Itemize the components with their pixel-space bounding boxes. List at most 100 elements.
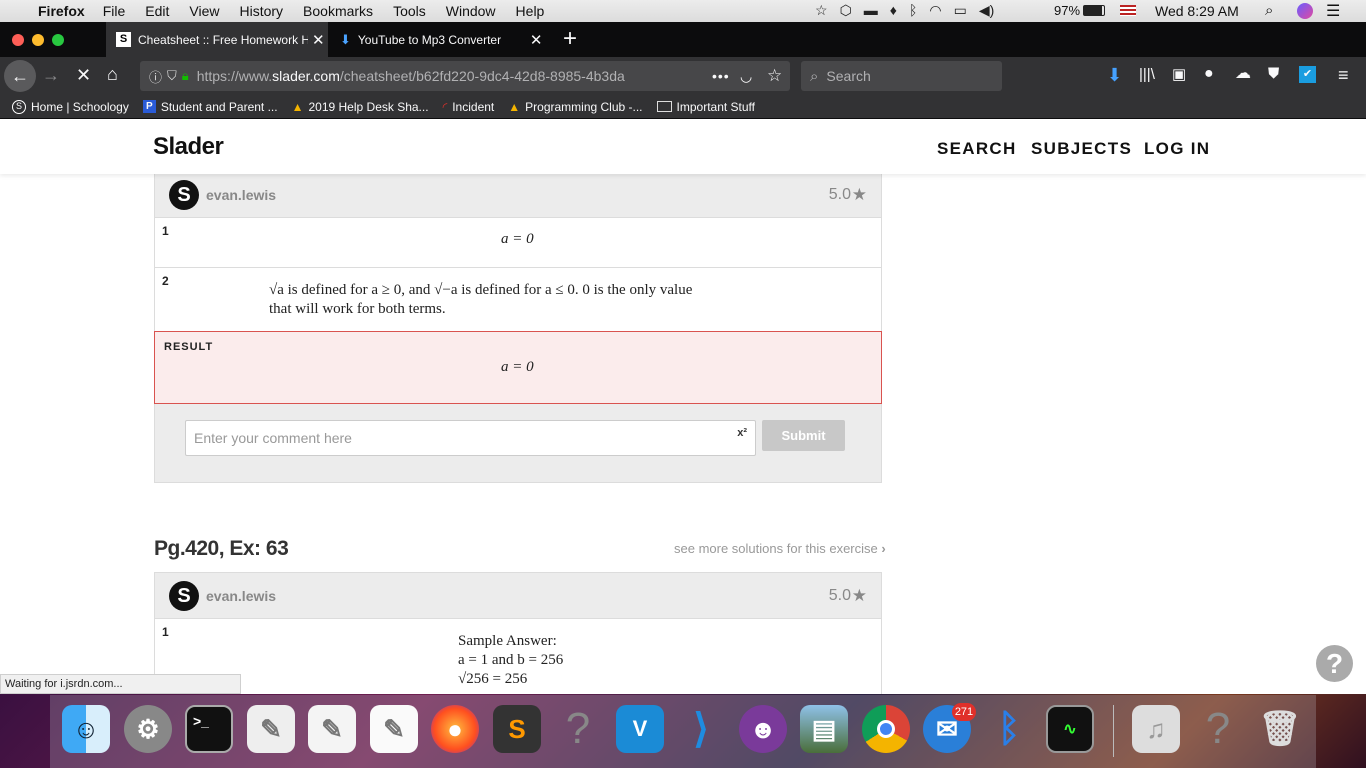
- solution-step: 1 a = 0: [155, 218, 881, 268]
- tab-youtube-mp3[interactable]: ⬇ YouTube to Mp3 Converter ✕: [330, 22, 552, 57]
- nav-subjects[interactable]: SUBJECTS: [1031, 139, 1132, 159]
- activity-monitor-icon[interactable]: ∿: [1046, 705, 1094, 753]
- menu-item[interactable]: Edit: [145, 3, 169, 19]
- chrome-icon[interactable]: [862, 705, 910, 753]
- superscript-button[interactable]: x²: [737, 427, 747, 439]
- vnc-viewer-icon[interactable]: V: [616, 705, 664, 753]
- see-more-link[interactable]: see more solutions for this exercise ›: [674, 541, 886, 556]
- pocket-icon[interactable]: ◡: [740, 68, 752, 85]
- flag-icon[interactable]: [1120, 5, 1136, 16]
- bookmark-star-icon[interactable]: ☆: [767, 66, 782, 86]
- search-box[interactable]: ⌕ Search: [801, 61, 1002, 91]
- spotlight-icon[interactable]: ⌕: [1265, 2, 1273, 19]
- bookmark-help-desk[interactable]: ▲ 2019 Help Desk Sha...: [292, 100, 429, 114]
- menu-item[interactable]: Help: [516, 3, 545, 19]
- nav-login[interactable]: LOG IN: [1144, 139, 1210, 159]
- schoology-icon: S: [12, 99, 26, 114]
- preview-icon[interactable]: ▤: [800, 705, 848, 753]
- zoom-window-button[interactable]: [52, 34, 64, 46]
- menu-item[interactable]: Window: [446, 3, 496, 19]
- finder-icon[interactable]: ☺: [62, 705, 110, 753]
- bluetooth-icon[interactable]: ᛒ: [909, 2, 917, 19]
- notes-icon[interactable]: ✎: [370, 705, 418, 753]
- avatar[interactable]: S: [169, 180, 199, 210]
- url-text[interactable]: https://www.slader.com/cheatsheet/b62fd2…: [197, 68, 667, 84]
- close-tab-icon[interactable]: ✕: [530, 31, 543, 49]
- box-icon[interactable]: ⬡: [840, 2, 852, 19]
- close-window-button[interactable]: [12, 34, 24, 46]
- drive-icon[interactable]: ▬: [864, 2, 878, 19]
- bookmark-label: Student and Parent ...: [160, 99, 278, 114]
- app-menu[interactable]: Firefox: [38, 3, 85, 19]
- textedit-icon[interactable]: ✎: [308, 705, 356, 753]
- github-desktop-icon[interactable]: ☻: [739, 705, 787, 753]
- author-name[interactable]: evan.lewis: [206, 187, 276, 203]
- battery-percent[interactable]: 97%: [1054, 3, 1080, 18]
- url-domain: slader.com: [272, 68, 340, 84]
- sublime-text-icon[interactable]: S: [493, 705, 541, 753]
- page-actions-button[interactable]: •••: [712, 68, 730, 84]
- wifi-icon[interactable]: ◠: [929, 2, 941, 19]
- menu-item[interactable]: Bookmarks: [303, 3, 373, 19]
- forward-button[interactable]: →: [42, 66, 60, 84]
- tab-cheatsheet[interactable]: S Cheatsheet :: Free Homework H ✕: [106, 22, 328, 57]
- url-bar[interactable]: ⓘ ⛉ 🔒︎ https://www.slader.com/cheatsheet…: [140, 61, 790, 91]
- trash-icon[interactable]: 🗑︎: [1256, 705, 1304, 753]
- author-name[interactable]: evan.lewis: [206, 588, 276, 604]
- account-icon[interactable]: ●: [1204, 66, 1214, 82]
- new-tab-button[interactable]: +: [563, 25, 577, 53]
- bookmark-programming-club[interactable]: ▲ Programming Club -...: [508, 100, 642, 114]
- ublock-icon[interactable]: ⛊: [1268, 66, 1279, 81]
- hamburger-menu-icon[interactable]: ≡: [1338, 66, 1349, 84]
- nav-search[interactable]: SEARCH: [937, 139, 1017, 159]
- comment-input[interactable]: Enter your comment here x²: [185, 420, 756, 456]
- star-icon[interactable]: ☆: [815, 2, 828, 19]
- downloads-icon[interactable]: ⬇: [1107, 66, 1122, 84]
- battery-icon[interactable]: [1083, 5, 1105, 16]
- bookmark-folder-important[interactable]: Important Stuff: [656, 100, 755, 114]
- stop-loading-button[interactable]: ✕: [76, 66, 91, 84]
- tracking-shield-icon[interactable]: ⛉: [167, 68, 177, 84]
- solution-step: 1 Sample Answer: a = 1 and b = 256 √256 …: [155, 619, 881, 694]
- bluetooth-file-exchange-icon[interactable]: ᛒ: [985, 705, 1033, 753]
- clock[interactable]: Wed 8:29 AM: [1155, 3, 1239, 19]
- bookmark-incident[interactable]: ◜ Incident: [443, 100, 495, 114]
- bookmark-schoology[interactable]: S Home | Schoology: [12, 99, 129, 114]
- airplay-icon[interactable]: ▭: [954, 2, 967, 19]
- info-icon[interactable]: ⓘ: [149, 67, 162, 86]
- menu-item[interactable]: File: [103, 3, 126, 19]
- script-editor-icon[interactable]: ✎: [247, 705, 295, 753]
- library-icon[interactable]: |||\: [1139, 67, 1155, 82]
- menu-item[interactable]: Tools: [393, 3, 426, 19]
- vscode-icon[interactable]: ⟩: [677, 705, 725, 753]
- menu-items: File Edit View History Bookmarks Tools Window H…: [103, 3, 565, 19]
- close-tab-icon[interactable]: ✕: [312, 31, 325, 49]
- sidebar-icon[interactable]: ▣: [1172, 67, 1186, 82]
- firefox-icon[interactable]: ●: [431, 705, 479, 753]
- unknown-folder-icon[interactable]: ?: [1194, 704, 1242, 753]
- avatar[interactable]: S: [169, 581, 199, 611]
- system-preferences-icon[interactable]: ⚙: [124, 705, 172, 753]
- unknown-app-icon[interactable]: ?: [554, 704, 602, 753]
- siri-icon[interactable]: [1297, 3, 1313, 19]
- menu-item[interactable]: View: [189, 3, 219, 19]
- slader-favicon-icon: S: [116, 32, 131, 47]
- music-folder-icon[interactable]: ♫: [1132, 705, 1180, 753]
- notification-icon[interactable]: ☰: [1326, 1, 1340, 21]
- slader-logo[interactable]: Slader: [153, 133, 224, 161]
- extension-cloud-icon[interactable]: ☁: [1235, 66, 1251, 82]
- menu-item[interactable]: History: [239, 3, 283, 19]
- home-button[interactable]: ⌂: [107, 65, 118, 83]
- volume-icon[interactable]: ◀): [979, 2, 994, 19]
- minimize-window-button[interactable]: [32, 34, 44, 46]
- bookmark-student-parent[interactable]: P Student and Parent ...: [142, 99, 278, 114]
- submit-button[interactable]: Submit: [762, 420, 845, 451]
- terminal-icon[interactable]: >_: [185, 705, 233, 753]
- see-more-text: see more solutions for this exercise: [674, 541, 878, 556]
- lock-icon[interactable]: 🔒︎: [182, 68, 189, 84]
- leaf-icon[interactable]: ♦: [890, 2, 897, 19]
- help-button[interactable]: ?: [1316, 645, 1353, 682]
- back-button[interactable]: ←: [4, 60, 36, 92]
- exercise-title[interactable]: Pg.420, Ex: 63: [154, 537, 289, 561]
- extension-blue-icon[interactable]: ✔: [1299, 66, 1316, 83]
